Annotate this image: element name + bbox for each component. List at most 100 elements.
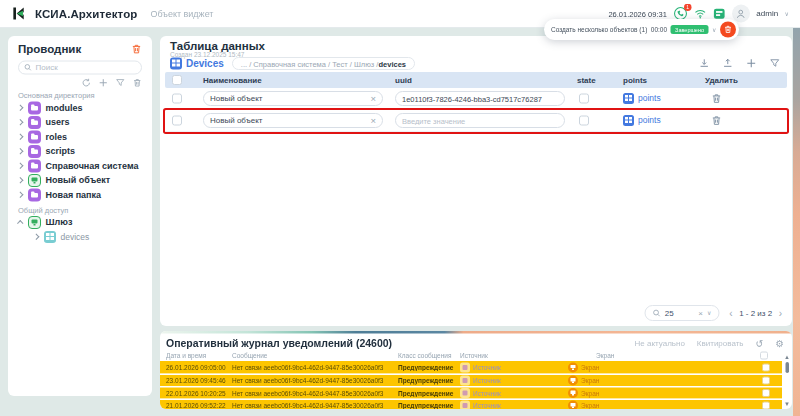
sidebar-trash-icon[interactable]	[131, 43, 142, 54]
toast-chevron-icon[interactable]: ∨	[712, 27, 716, 33]
main-directory-tree: modules users roles scripts	[8, 101, 152, 203]
scroll-up-icon[interactable]: ▲	[784, 354, 790, 360]
uuid-input[interactable]: ×	[395, 113, 565, 128]
tree-item[interactable]: Шлюз	[8, 215, 152, 230]
screen-icon	[28, 216, 41, 229]
journal-row-checkbox[interactable]	[762, 363, 770, 371]
journal-row-checkbox[interactable]	[762, 402, 770, 410]
tree-item[interactable]: scripts	[8, 144, 152, 159]
explorer-sidebar: Проводник Поиск Основная директория modu…	[8, 36, 152, 396]
user-name[interactable]: admin	[756, 9, 778, 18]
filter-icon[interactable]	[116, 78, 126, 88]
tree-item[interactable]: Справочная система	[8, 159, 152, 174]
chevron-icon[interactable]	[17, 220, 23, 226]
tree-item[interactable]: Новый объект	[8, 173, 152, 188]
tree-item[interactable]: roles	[8, 130, 152, 145]
screen-link[interactable]: Экран	[568, 401, 762, 410]
delete-row-icon[interactable]	[711, 115, 722, 126]
row-checkbox[interactable]	[172, 116, 182, 126]
history-icon[interactable]: ↺	[756, 338, 764, 348]
gear-icon[interactable]: ⚙	[775, 338, 784, 348]
sidebar-search-input[interactable]: Поиск	[18, 61, 142, 75]
source-link[interactable]: Источник	[460, 401, 568, 410]
journal-row[interactable]: 23.01.2026 09:45:46 Нет связи aeebc06f-9…	[160, 374, 782, 387]
chevron-icon[interactable]	[33, 234, 39, 240]
name-input[interactable]: ×	[203, 91, 383, 106]
points-link[interactable]: points	[623, 93, 705, 104]
add-icon[interactable]	[99, 78, 109, 88]
tree-item[interactable]: Новая папка	[8, 188, 152, 203]
tree-item[interactable]: users	[8, 115, 152, 130]
chevron-right-icon[interactable]	[17, 148, 23, 154]
journal-select-all-checkbox[interactable]	[760, 352, 768, 360]
screen-link[interactable]: Экран	[568, 376, 762, 386]
export-icon[interactable]	[699, 58, 710, 69]
state-checkbox[interactable]	[579, 94, 589, 104]
prev-page-icon[interactable]: ‹	[729, 308, 732, 318]
source-link[interactable]: Источник	[460, 388, 568, 398]
filter-icon[interactable]	[770, 58, 781, 69]
delete-row-icon[interactable]	[711, 93, 722, 104]
column-header-uuid: uuid	[395, 76, 577, 85]
clear-icon[interactable]: ×	[698, 309, 703, 317]
widgets-icon[interactable]	[713, 7, 726, 20]
breadcrumb[interactable]: ... / Справочная система / Тест / Шлюз /…	[232, 57, 415, 70]
acknowledge-button[interactable]: Квитировать	[697, 339, 744, 348]
scroll-thumb[interactable]	[786, 362, 790, 373]
name-input-field[interactable]	[210, 94, 366, 103]
journal-col-datetime: Дата и время	[166, 352, 232, 360]
chevron-down-icon[interactable]: ∨	[707, 310, 711, 316]
tree-item[interactable]: devices	[8, 230, 152, 245]
chevron-right-icon[interactable]	[17, 105, 23, 111]
journal-row[interactable]: 26.01.2026 09:05:00 Нет связи aeebc06f-9…	[160, 361, 782, 374]
select-all-checkbox[interactable]	[172, 75, 182, 85]
tree-item[interactable]: modules	[8, 101, 152, 116]
column-header-points: points	[623, 76, 705, 85]
journal-row-checkbox[interactable]	[762, 377, 770, 385]
trash-icon	[723, 25, 733, 35]
points-link[interactable]: points	[623, 115, 705, 126]
refresh-icon[interactable]	[82, 78, 92, 88]
delete-icon[interactable]	[133, 78, 143, 88]
uuid-input[interactable]: ×	[395, 91, 565, 106]
next-page-icon[interactable]: ›	[779, 308, 782, 318]
chevron-right-icon[interactable]	[17, 192, 23, 198]
source-icon	[460, 376, 470, 386]
state-checkbox[interactable]	[579, 116, 589, 126]
chevron-right-icon[interactable]	[17, 177, 23, 183]
chevron-right-icon[interactable]	[17, 163, 23, 169]
name-input[interactable]: ×	[203, 113, 383, 128]
chevron-right-icon[interactable]	[17, 119, 23, 125]
folder-icon	[28, 159, 41, 172]
table-icon	[623, 115, 634, 126]
source-link[interactable]: Источник	[460, 376, 568, 386]
toast-delete-button[interactable]	[720, 22, 736, 38]
points-label: points	[638, 116, 661, 126]
uuid-input-field[interactable]	[402, 116, 548, 125]
wifi-icon[interactable]	[694, 8, 707, 19]
journal-scrollbar[interactable]: ▲ ▼	[783, 360, 790, 407]
clear-icon[interactable]: ×	[370, 94, 376, 104]
import-icon[interactable]	[723, 58, 734, 69]
source-link[interactable]: Источник	[460, 362, 568, 372]
row-checkbox[interactable]	[172, 94, 182, 104]
clear-icon[interactable]: ×	[370, 116, 376, 126]
task-toast: Создать несколько объектов (1) 00:00 Зав…	[544, 19, 739, 40]
name-input-field[interactable]	[210, 116, 366, 125]
data-table: Наименование uuid state points Удалить ×	[165, 72, 787, 132]
avatar[interactable]	[732, 5, 750, 23]
journal-row[interactable]: 21.01.2026 09:52:22 Нет связи aeebc06f-9…	[160, 399, 782, 410]
not-actual-button[interactable]: Не актуально	[635, 339, 685, 348]
uuid-input-field[interactable]	[402, 94, 548, 103]
journal-row-checkbox[interactable]	[762, 389, 770, 397]
user-menu-chevron-icon[interactable]: ∨	[785, 11, 789, 17]
screen-link[interactable]: Экран	[568, 362, 762, 372]
journal-row[interactable]: 22.01.2026 10:20:25 Нет связи aeebc06f-9…	[160, 386, 782, 399]
chevron-right-icon[interactable]	[17, 134, 23, 140]
page-edge-decoration	[793, 28, 800, 416]
add-row-icon[interactable]	[746, 58, 757, 69]
entity-link[interactable]: Devices	[170, 58, 224, 70]
page-size-select[interactable]: 25 × ∨	[644, 305, 719, 321]
scroll-down-icon[interactable]: ▼	[784, 401, 790, 407]
screen-link[interactable]: Экран	[568, 388, 762, 398]
